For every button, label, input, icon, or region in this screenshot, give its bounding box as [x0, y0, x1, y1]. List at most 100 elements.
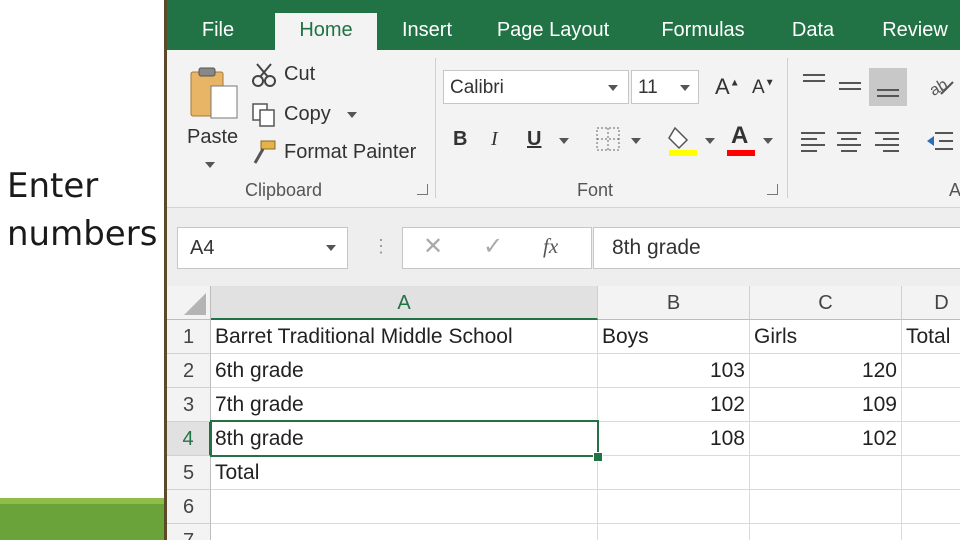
cell-c1[interactable]: Girls	[750, 320, 902, 354]
cell-a4[interactable]: 8th grade	[211, 422, 598, 456]
cell-c7[interactable]	[750, 524, 902, 540]
paste-button[interactable]: Paste	[181, 56, 241, 168]
enter-entry-icon[interactable]: ✓	[483, 232, 503, 261]
tab-review[interactable]: Review	[875, 13, 955, 50]
row-header-5[interactable]: 5	[167, 456, 211, 490]
ribbon-tab-bar: File Home Insert Page Layout Formulas Da…	[167, 0, 960, 50]
format-painter-button[interactable]: Format Painter	[251, 138, 421, 168]
slide-panel: Enter numbers	[0, 0, 165, 540]
font-color-dropdown-icon[interactable]	[763, 138, 773, 144]
cell-d4[interactable]	[902, 422, 960, 456]
cell-a6[interactable]	[211, 490, 598, 524]
group-separator	[435, 58, 436, 198]
cell-d1[interactable]: Total	[902, 320, 960, 354]
cell-c5[interactable]	[750, 456, 902, 490]
column-header-b[interactable]: B	[598, 286, 750, 320]
tab-home[interactable]: Home	[275, 13, 377, 50]
cancel-entry-icon[interactable]: ✕	[423, 232, 443, 261]
scissors-icon	[252, 63, 276, 87]
tab-page-layout[interactable]: Page Layout	[491, 13, 615, 50]
cell-d3[interactable]	[902, 388, 960, 422]
row-header-3[interactable]: 3	[167, 388, 211, 422]
font-size-combo[interactable]: 11	[631, 70, 699, 104]
decrease-indent-icon[interactable]	[925, 130, 955, 152]
top-align-icon[interactable]	[801, 72, 827, 92]
clipboard-group-label: Clipboard	[245, 180, 323, 200]
cell-b3[interactable]: 102	[598, 388, 750, 422]
font-name-combo[interactable]: Calibri	[443, 70, 629, 104]
cell-a2[interactable]: 6th grade	[211, 354, 598, 388]
bold-button[interactable]: B	[453, 128, 467, 151]
row-header-1[interactable]: 1	[167, 320, 211, 354]
slide-line-2: numbers	[7, 214, 158, 254]
borders-dropdown-icon[interactable]	[631, 138, 641, 144]
clipboard-launcher-icon[interactable]	[417, 184, 428, 195]
select-all-icon	[184, 293, 206, 315]
cell-b6[interactable]	[598, 490, 750, 524]
tab-data[interactable]: Data	[787, 13, 839, 50]
bottom-align-button[interactable]	[869, 68, 907, 106]
slide-accent-bar	[0, 504, 165, 540]
row-header-4[interactable]: 4	[167, 422, 211, 456]
font-color-icon[interactable]: A	[727, 122, 757, 156]
slide-instruction: Enter numbers	[7, 162, 157, 258]
cell-a5[interactable]: Total	[211, 456, 598, 490]
copy-button[interactable]: Copy	[251, 100, 361, 130]
align-center-icon[interactable]	[835, 130, 863, 152]
column-header-a[interactable]: A	[211, 286, 598, 320]
slide-line-1: Enter	[7, 166, 99, 206]
cell-b2[interactable]: 103	[598, 354, 750, 388]
column-header-c[interactable]: C	[750, 286, 902, 320]
tab-insert[interactable]: Insert	[393, 13, 461, 50]
cell-d2[interactable]	[902, 354, 960, 388]
row-header-6[interactable]: 6	[167, 490, 211, 524]
insert-function-button[interactable]: fx	[543, 234, 558, 259]
cell-d6[interactable]	[902, 490, 960, 524]
row-header-2[interactable]: 2	[167, 354, 211, 388]
cell-b5[interactable]	[598, 456, 750, 490]
tab-formulas[interactable]: Formulas	[651, 13, 755, 50]
formula-bar-area: A4 ⋮ ✕ ✓ fx 8th grade	[167, 208, 960, 286]
fill-color-icon[interactable]	[667, 122, 699, 156]
excel-window: File Home Insert Page Layout Formulas Da…	[167, 0, 960, 540]
cell-c6[interactable]	[750, 490, 902, 524]
cut-button[interactable]: Cut	[251, 60, 331, 90]
cell-a3[interactable]: 7th grade	[211, 388, 598, 422]
copy-label: Copy	[284, 103, 331, 125]
formula-input[interactable]: 8th grade	[593, 227, 960, 269]
align-left-icon[interactable]	[799, 130, 827, 152]
cell-d7[interactable]	[902, 524, 960, 540]
fill-color-dropdown-icon[interactable]	[705, 138, 715, 144]
column-header-d[interactable]: D	[902, 286, 960, 320]
underline-dropdown-icon[interactable]	[559, 138, 569, 144]
name-box-dropdown-icon	[326, 245, 336, 251]
select-all-button[interactable]	[167, 286, 211, 320]
format-painter-label: Format Painter	[284, 141, 417, 163]
decrease-font-size-icon[interactable]: A▼	[752, 77, 775, 99]
fill-handle[interactable]	[593, 452, 603, 462]
cell-b1[interactable]: Boys	[598, 320, 750, 354]
name-box-value: A4	[190, 237, 215, 259]
orientation-icon[interactable]: ab	[927, 72, 955, 100]
font-launcher-icon[interactable]	[767, 184, 778, 195]
cell-c2[interactable]: 120	[750, 354, 902, 388]
tab-file[interactable]: File	[187, 13, 249, 50]
cell-d5[interactable]	[902, 456, 960, 490]
paste-icon	[190, 67, 238, 119]
borders-icon[interactable]	[595, 126, 621, 152]
cell-c4[interactable]: 102	[750, 422, 902, 456]
align-right-icon[interactable]	[873, 130, 901, 152]
name-box[interactable]: A4	[177, 227, 348, 269]
paste-dropdown-icon	[205, 162, 215, 168]
middle-align-icon[interactable]	[837, 78, 863, 98]
increase-font-size-icon[interactable]: A▲	[715, 74, 740, 100]
underline-button[interactable]: U	[527, 128, 541, 151]
ribbon: Paste Cut Copy Format Painter Clipboard …	[167, 50, 960, 208]
cell-c3[interactable]: 109	[750, 388, 902, 422]
cell-a7[interactable]	[211, 524, 598, 540]
cell-b4[interactable]: 108	[598, 422, 750, 456]
row-header-7[interactable]: 7	[167, 524, 211, 540]
italic-button[interactable]: I	[491, 128, 498, 151]
cell-a1[interactable]: Barret Traditional Middle School	[211, 320, 598, 354]
cell-b7[interactable]	[598, 524, 750, 540]
